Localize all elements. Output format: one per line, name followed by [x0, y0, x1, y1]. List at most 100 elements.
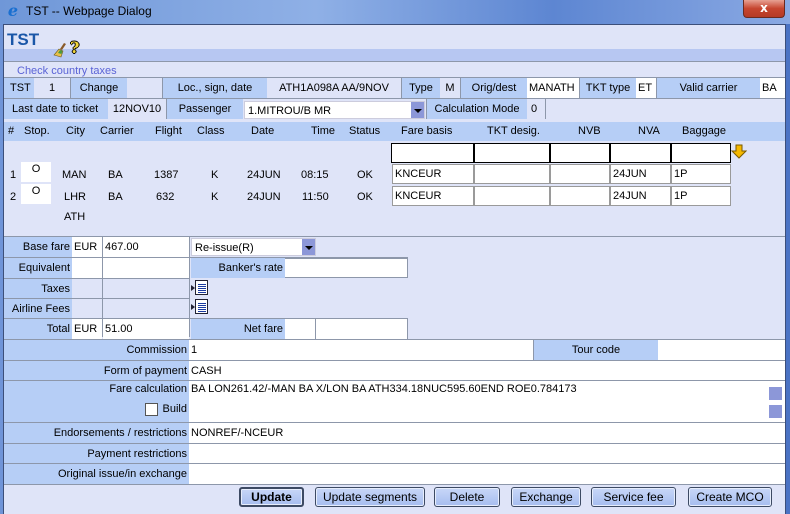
fare-calc-label-cell: Fare calculation Build — [4, 381, 189, 422]
total-currency[interactable]: EUR — [72, 319, 102, 339]
dialog-body: TST ? Check country taxes TST 1 Change L… — [3, 24, 786, 514]
broom-icon[interactable] — [53, 42, 69, 58]
stop-input[interactable]: O — [21, 162, 51, 182]
baggage-input[interactable]: 1P — [671, 164, 731, 184]
fare-basis-input[interactable]: KNCEUR — [392, 164, 474, 184]
nva-input[interactable]: 24JUN — [610, 164, 671, 184]
header-area — [4, 25, 785, 49]
build-checkbox[interactable] — [145, 403, 158, 416]
tour-code-label: Tour code — [534, 340, 658, 360]
tkt-desig-input[interactable] — [474, 164, 550, 184]
orig-dest-value: MANATH — [527, 78, 579, 98]
col-nva: NVA — [638, 125, 660, 137]
bankers-rate-label: Banker's rate — [191, 258, 285, 278]
col-nvb: NVB — [578, 125, 601, 137]
col-city: City — [66, 125, 85, 137]
close-button[interactable]: x — [743, 0, 785, 18]
bankers-rate-value[interactable] — [285, 258, 408, 278]
tst-value: 1 — [34, 78, 70, 98]
window-titlebar: e TST -- Webpage Dialog x — [0, 0, 790, 24]
nva-bulk-input[interactable] — [610, 143, 671, 163]
tkt-desig-bulk-input[interactable] — [474, 143, 550, 163]
loc-sign-date-label: Loc., sign, date — [163, 78, 267, 98]
equivalent-amount[interactable] — [103, 258, 189, 278]
last-date-value: 12NOV10 — [108, 99, 166, 119]
base-fare-amount[interactable]: 467.00 — [103, 237, 189, 257]
segment-carrier: BA — [108, 169, 123, 181]
original-issue-value[interactable] — [189, 464, 785, 484]
taxes-list-icon[interactable] — [191, 280, 208, 295]
col-class: Class — [197, 125, 225, 137]
net-fare-label: Net fare — [191, 319, 285, 339]
baggage-bulk-input[interactable] — [671, 143, 731, 163]
update-segments-button[interactable]: Update segments — [315, 487, 425, 507]
chevron-down-icon — [302, 239, 315, 255]
passenger-value: 1.MITROU/B MR — [248, 105, 332, 117]
passenger-label: Passenger — [167, 99, 243, 119]
divider — [545, 99, 546, 119]
scroll-down-button[interactable] — [769, 405, 782, 418]
payment-restrictions-label: Payment restrictions — [4, 444, 189, 464]
segment-city: MAN — [62, 169, 87, 181]
segment-flight: 632 — [156, 191, 175, 203]
nvb-bulk-input[interactable] — [550, 143, 610, 163]
equivalent-label: Equivalent — [4, 258, 72, 278]
base-fare-label: Base fare — [4, 237, 72, 257]
col-num: # — [8, 125, 15, 137]
check-country-taxes-link[interactable]: Check country taxes — [17, 65, 117, 77]
update-button[interactable]: Update — [239, 487, 304, 507]
delete-button[interactable]: Delete — [434, 487, 500, 507]
segment-class: K — [211, 169, 219, 181]
segment-carrier: BA — [108, 191, 123, 203]
window-title: TST -- Webpage Dialog — [26, 4, 152, 18]
fare-basis-input[interactable]: KNCEUR — [392, 186, 474, 206]
payment-restrictions-value[interactable] — [189, 444, 785, 464]
col-time: Time — [311, 125, 336, 137]
scroll-up-button[interactable] — [769, 387, 782, 400]
airline-fees-list-icon[interactable] — [191, 299, 208, 314]
commission-value[interactable]: 1 — [189, 340, 533, 360]
valid-carrier-value: BA — [760, 78, 785, 98]
reissue-select[interactable]: Re-issue(R) — [191, 238, 316, 256]
base-fare-currency[interactable]: EUR — [72, 237, 102, 257]
fare-calc-label: Fare calculation — [109, 383, 187, 395]
passenger-select[interactable]: 1.MITROU/B MR — [244, 101, 425, 119]
tkt-desig-input[interactable] — [474, 186, 550, 206]
tour-code-value[interactable] — [658, 340, 785, 360]
endorsements-value[interactable]: NONREF/-NCEUR — [189, 423, 785, 443]
taxes-currency — [72, 279, 102, 299]
segment-city: LHR — [64, 191, 87, 203]
service-fee-button[interactable]: Service fee — [591, 487, 676, 507]
fare-calc-textarea[interactable]: BA LON261.42/-MAN BA X/LON BA ATH334.18N… — [189, 381, 785, 422]
col-tkt-desig: TKT desig. — [487, 125, 540, 137]
exchange-button[interactable]: Exchange — [511, 487, 581, 507]
nvb-input[interactable] — [550, 186, 610, 206]
segment-status: OK — [357, 169, 373, 181]
loc-sign-date-value: ATH1A098A AA/9NOV — [267, 78, 401, 98]
tst-label: TST — [4, 78, 34, 98]
total-amount[interactable]: 51.00 — [103, 319, 189, 339]
net-fare-value[interactable] — [316, 319, 408, 339]
form-of-payment-value[interactable]: CASH — [189, 361, 785, 381]
last-date-label: Last date to ticket — [4, 99, 108, 119]
type-label: Type — [402, 78, 440, 98]
build-label: Build — [162, 403, 187, 415]
stop-input[interactable]: O — [21, 184, 51, 204]
net-fare-currency[interactable] — [285, 319, 315, 339]
nva-input[interactable]: 24JUN — [610, 186, 671, 206]
apply-down-arrow-icon[interactable] — [731, 144, 747, 160]
baggage-input[interactable]: 1P — [671, 186, 731, 206]
equivalent-currency[interactable] — [72, 258, 102, 278]
change-value — [127, 78, 162, 98]
airline-fees-currency — [72, 299, 102, 319]
airline-fees-label: Airline Fees — [4, 299, 72, 319]
tkt-type-value: ET — [636, 78, 656, 98]
divider — [4, 484, 785, 485]
nvb-input[interactable] — [550, 164, 610, 184]
fare-basis-bulk-input[interactable] — [391, 143, 474, 163]
calc-mode-value: 0 — [527, 99, 545, 119]
col-fare-basis: Fare basis — [401, 125, 453, 137]
help-icon[interactable]: ? — [70, 38, 79, 57]
segment-num: 1 — [10, 169, 17, 181]
create-mco-button[interactable]: Create MCO — [688, 487, 772, 507]
